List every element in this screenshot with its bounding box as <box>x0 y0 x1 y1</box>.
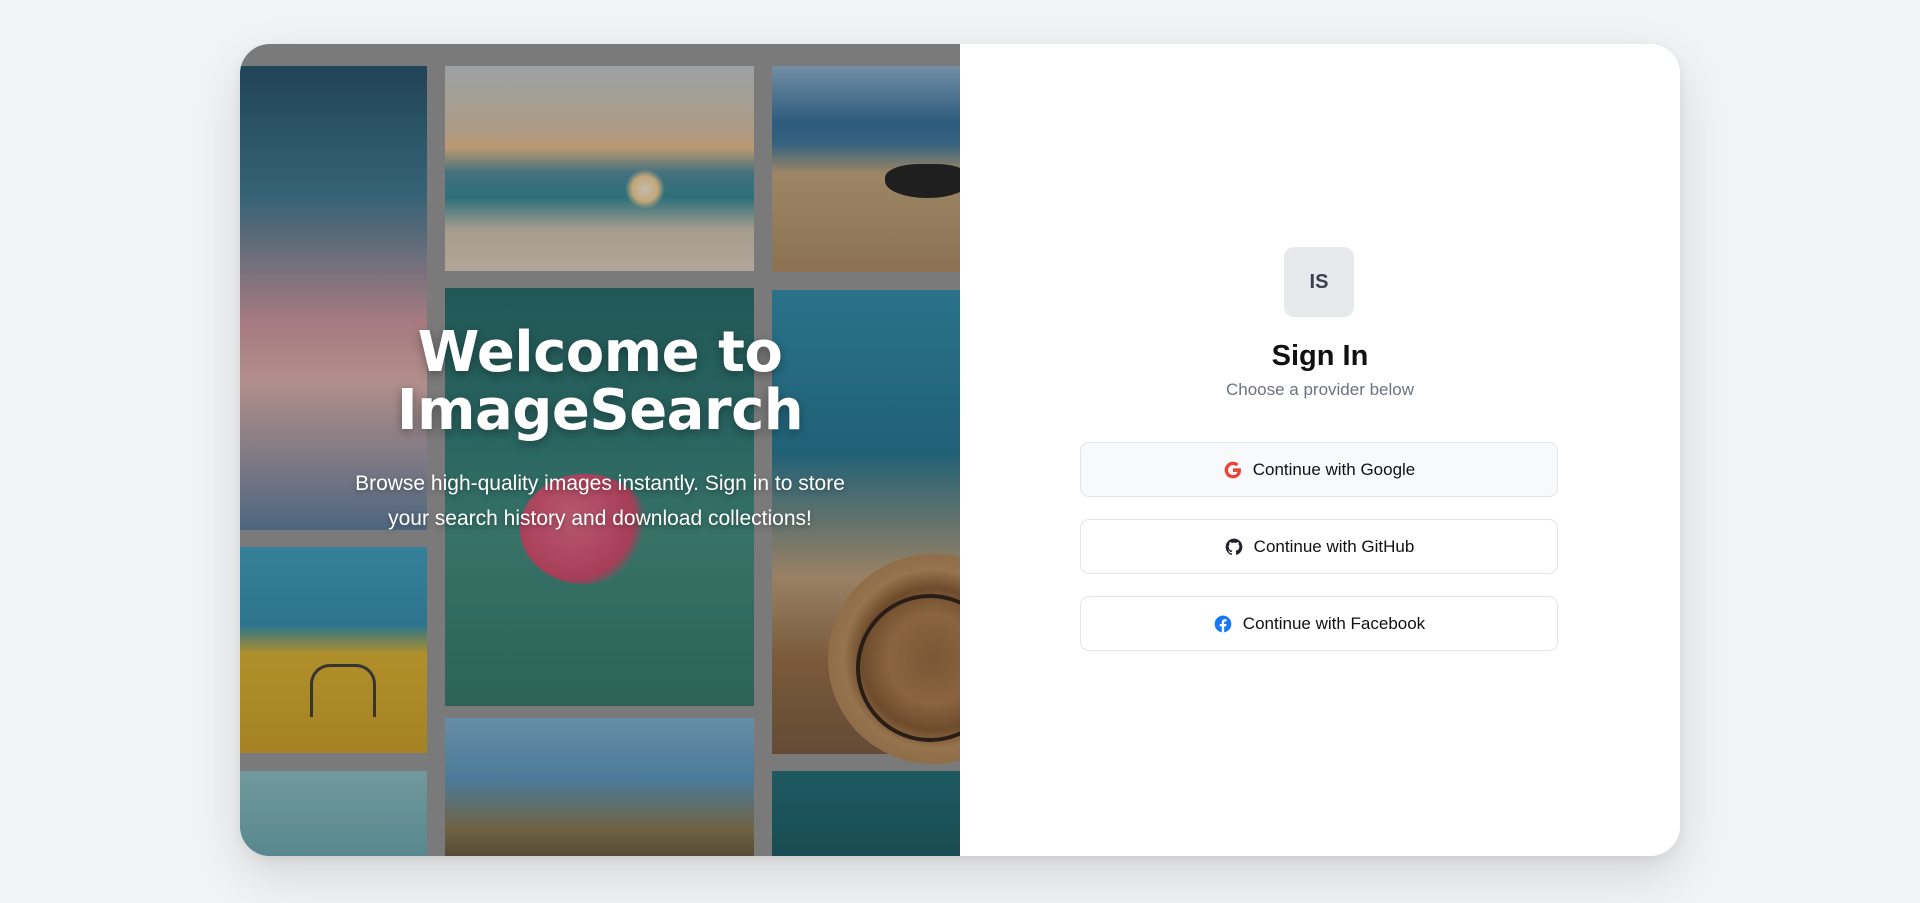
facebook-button-label: Continue with Facebook <box>1242 613 1426 633</box>
signin-subtitle: Choose a provider below <box>1225 380 1415 399</box>
app-logo-text: IS <box>1309 270 1329 293</box>
github-icon <box>1224 537 1244 557</box>
hero-title-line2: ImageSearch <box>396 378 804 443</box>
facebook-icon <box>1213 614 1233 634</box>
facebook-signin-button[interactable]: Continue with Facebook <box>1080 596 1558 651</box>
signin-panel: IS Sign In Choose a provider below Conti… <box>960 44 1680 856</box>
hero-content: Welcome to ImageSearch Browse high-quali… <box>240 324 960 536</box>
google-button-label: Continue with Google <box>1252 459 1416 479</box>
hero-subtitle: Browse high-quality images instantly. Si… <box>355 472 845 530</box>
google-signin-button[interactable]: Continue with Google <box>1080 442 1558 497</box>
github-signin-button[interactable]: Continue with GitHub <box>1080 519 1558 574</box>
hero-panel: Welcome to ImageSearch Browse high-quali… <box>240 44 960 856</box>
google-icon <box>1223 460 1243 480</box>
signin-card: Welcome to ImageSearch Browse high-quali… <box>240 44 1680 856</box>
app-logo: IS <box>1284 247 1354 317</box>
signin-title: Sign In <box>1271 340 1369 372</box>
github-button-label: Continue with GitHub <box>1253 536 1415 556</box>
hero-title: Welcome to ImageSearch <box>240 324 960 440</box>
hero-title-line1: Welcome to <box>417 320 783 385</box>
